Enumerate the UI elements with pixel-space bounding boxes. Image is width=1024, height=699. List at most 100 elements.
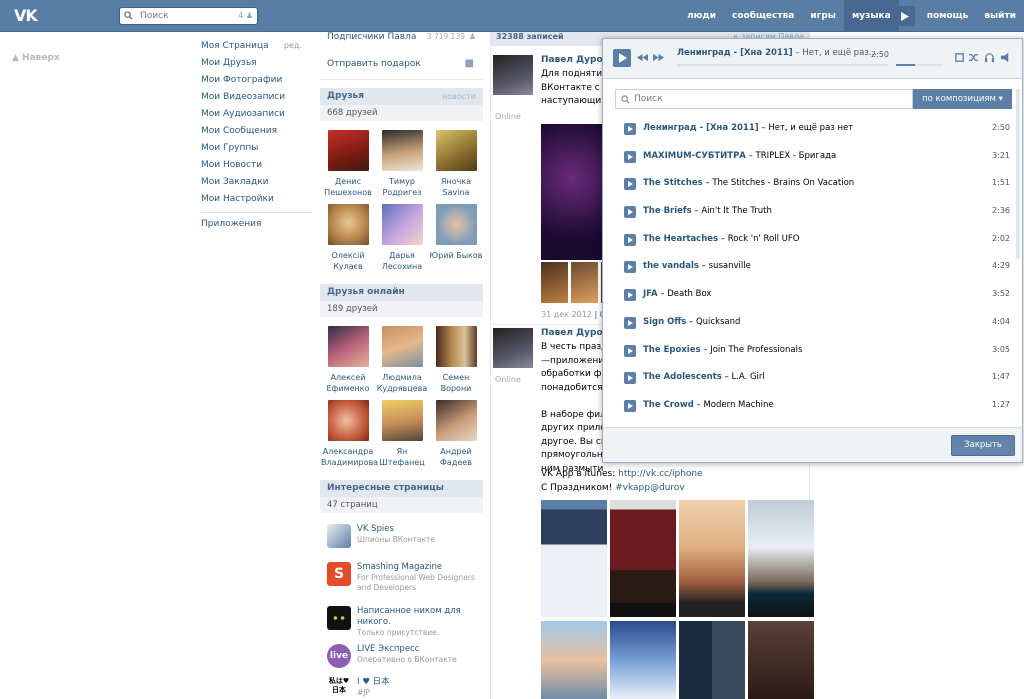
track-play-icon[interactable] (624, 344, 636, 357)
nav-music[interactable]: музыка (843, 0, 899, 32)
post-photo[interactable] (748, 500, 814, 617)
menu-my-groups[interactable]: Мои Группы (196, 140, 312, 157)
track-artist[interactable]: The Stitches (643, 178, 703, 188)
audio-search-input[interactable]: Поиск (615, 89, 913, 109)
menu-my-friends[interactable]: Мои Друзья (196, 55, 312, 72)
track-artist[interactable]: The Adolescents (643, 372, 722, 382)
post-photo[interactable] (610, 500, 676, 617)
track-artist[interactable]: JFA (643, 289, 658, 299)
nav-people[interactable]: люди (679, 0, 724, 32)
track-play-icon[interactable] (624, 372, 636, 385)
track-list-scrollbar[interactable] (1016, 89, 1020, 259)
hashtag-link[interactable]: #vkapp@durov (615, 483, 685, 493)
track-row[interactable]: Ленинград - [Хна 2011] – Нет, и ещё раз … (615, 116, 1010, 144)
track-play-icon[interactable] (624, 399, 636, 412)
friends-header[interactable]: Друзья новости (320, 88, 483, 105)
track-row[interactable]: Sign Offs – Quicksand 4:04 (615, 310, 1010, 338)
shuffle-icon[interactable] (968, 52, 979, 63)
post-photo[interactable] (541, 500, 607, 617)
track-play-icon[interactable] (624, 150, 636, 163)
post-photo[interactable] (541, 621, 607, 699)
send-gift-link[interactable]: Отправить подарок ■ (320, 48, 483, 80)
friend-item[interactable]: Александра Владимирова (321, 400, 378, 468)
itunes-link[interactable]: http://vk.cc/iphone (618, 469, 703, 479)
post-photo-thumb[interactable] (571, 262, 598, 303)
previous-track-icon[interactable] (637, 52, 648, 63)
track-artist[interactable]: The Epoxies (643, 345, 701, 355)
track-artist[interactable]: The Crowd (643, 400, 694, 410)
online-friends-header[interactable]: Друзья онлайн (320, 284, 483, 301)
friends-news-link[interactable]: новости (442, 88, 476, 105)
track-row[interactable]: MAXIMUM-СУБТИТРА – TRIPLEX - Бригада 3:21 (615, 144, 1010, 172)
track-row[interactable]: The Heartaches – Rock 'n' Roll UFO 2:02 (615, 227, 1010, 255)
vk-logo[interactable]: VK (14, 7, 46, 25)
menu-my-settings[interactable]: Мои Настройки (196, 191, 312, 208)
track-row[interactable]: The Crowd – Modern Machine 1:27 (615, 393, 1010, 421)
post-photo-thumb[interactable] (541, 262, 568, 303)
track-play-icon[interactable] (624, 316, 636, 329)
nav-logout[interactable]: выйти (976, 0, 1024, 32)
post-photo[interactable] (679, 500, 745, 617)
menu-my-audio[interactable]: Мои Аудиозаписи (196, 106, 312, 123)
post-author[interactable]: Павел Дуров (541, 55, 608, 65)
nav-help[interactable]: помощь (919, 0, 977, 32)
track-row[interactable]: The Stitches – The Stitches - Brains On … (615, 171, 1010, 199)
subscribers-row[interactable]: Подписчики Павла 3 719 139 ♟ (320, 32, 483, 48)
track-row[interactable]: The Adolescents – L.A. Girl 1:47 (615, 365, 1010, 393)
menu-my-news[interactable]: Мои Новости (196, 157, 312, 174)
post-photo[interactable] (748, 621, 814, 699)
friend-item[interactable]: Андрей Фадеев (429, 400, 483, 468)
track-artist[interactable]: The Briefs (643, 206, 692, 216)
menu-my-videos[interactable]: Мои Видеозаписи (196, 89, 312, 106)
track-row[interactable]: JFA – Death Box 3:52 (615, 282, 1010, 310)
track-play-icon[interactable] (624, 233, 636, 246)
track-artist[interactable]: Ленинград - [Хна 2011] (643, 123, 759, 133)
track-play-icon[interactable] (624, 289, 636, 302)
track-row[interactable]: the vandals – susanville 4:29 (615, 254, 1010, 282)
track-play-icon[interactable] (624, 206, 636, 219)
page-item[interactable]: 私は♥日本 I ♥ 日本 #JP (320, 677, 483, 699)
progress-bar[interactable] (677, 64, 888, 66)
friend-item[interactable]: Денис Пешехонов (321, 130, 375, 198)
page-item[interactable]: Написанное ником для никого. Только прису… (320, 606, 483, 639)
menu-apps[interactable]: Приложения (196, 216, 312, 233)
track-artist[interactable]: The Heartaches (643, 234, 718, 244)
track-artist[interactable]: the vandals (643, 261, 699, 271)
post-photo[interactable] (679, 621, 745, 699)
track-artist[interactable]: MAXIMUM-СУБТИТРА (643, 151, 746, 161)
track-play-icon[interactable] (624, 123, 636, 135)
track-artist[interactable]: Sign Offs (643, 317, 686, 327)
search-by-dropdown[interactable]: по композициям ▾ (913, 89, 1012, 109)
menu-my-messages[interactable]: Мои Сообщения (196, 123, 312, 140)
post-photo[interactable] (610, 621, 676, 699)
track-play-icon[interactable] (624, 178, 636, 191)
friend-item[interactable]: Ян Штефанец (375, 400, 429, 468)
scroll-up-link[interactable]: ▲ Наверх (12, 53, 60, 63)
page-item[interactable]: S Smashing Magazine For Professional Web … (320, 562, 483, 595)
friend-item[interactable]: Яночка Savina (429, 130, 483, 198)
nav-games[interactable]: игры (802, 0, 844, 32)
next-track-icon[interactable] (653, 52, 664, 63)
avatar[interactable] (493, 55, 533, 95)
broadcast-icon[interactable] (1000, 52, 1011, 63)
page-item[interactable]: live LIVE Экспресс Оперативно о ВКонтакте (320, 644, 483, 677)
edit-menu-link[interactable]: ред. (284, 38, 302, 54)
play-pause-button[interactable] (613, 49, 631, 67)
friend-item[interactable]: Людмила Кудрявцева (375, 326, 429, 394)
nav-communities[interactable]: сообщества (724, 0, 802, 32)
friend-item[interactable]: Семен Ворони (429, 326, 483, 394)
track-play-icon[interactable] (624, 261, 636, 274)
page-item[interactable]: VK Spies Шпионы ВКонтакте (320, 524, 483, 557)
friend-item[interactable]: Тимур Родригез (375, 130, 429, 198)
header-play-button[interactable] (894, 6, 915, 26)
headphones-icon[interactable] (984, 52, 995, 63)
track-row[interactable]: The Epoxies – Join The Professionals 3:05 (615, 338, 1010, 366)
add-audio-icon[interactable] (954, 52, 965, 63)
track-row[interactable]: The Briefs – Ain't It The Truth 2:36 (615, 199, 1010, 227)
interesting-pages-header[interactable]: Интересные страницы (320, 480, 483, 497)
avatar[interactable] (493, 328, 533, 368)
close-button[interactable]: Закрыть (951, 435, 1015, 456)
friend-item[interactable]: Дарья Лесохина (375, 204, 429, 272)
friend-item[interactable]: Алексей Ефименко (321, 326, 375, 394)
post-photo[interactable] (541, 124, 603, 260)
